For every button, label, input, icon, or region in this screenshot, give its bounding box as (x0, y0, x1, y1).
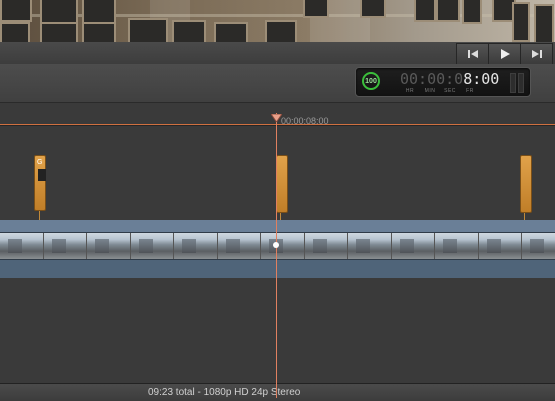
filmstrip-frame (217, 233, 261, 259)
go-to-beginning-button[interactable] (456, 43, 489, 65)
filmstrip-frame (391, 233, 435, 259)
timecode-dim: 00:00:0 (400, 70, 464, 88)
playhead[interactable] (276, 113, 277, 398)
marker-end[interactable] (520, 155, 532, 213)
filmstrip-frame (478, 233, 522, 259)
unit-hours: HR (405, 88, 415, 94)
viewer-preview (0, 0, 555, 42)
dashboard: 100 00:00:0 8:00 HR MIN SEC FR (355, 67, 531, 97)
skip-back-icon (467, 50, 478, 58)
play-icon (500, 49, 510, 59)
clip-header (0, 220, 555, 232)
clip-audio-area (0, 260, 555, 278)
filmstrip-frame (435, 233, 479, 259)
skip-forward-icon (531, 50, 542, 58)
filmstrip-frame (87, 233, 131, 259)
audio-level-value: 100 (365, 77, 377, 85)
filmstrip-frame (43, 233, 87, 259)
unit-seconds: SEC (444, 88, 456, 94)
playhead-skimmer-dot (273, 242, 279, 248)
marker-playhead[interactable] (276, 155, 288, 213)
filmstrip-frame (261, 233, 305, 259)
playhead-handle-icon[interactable] (271, 114, 282, 122)
marker-thumbnail (38, 169, 46, 181)
marker-todo[interactable]: G (34, 155, 46, 211)
filmstrip-frame (304, 233, 348, 259)
project-info-text: 09:23 total - 1080p HD 24p Stereo (148, 387, 301, 398)
filmstrip-frame (130, 233, 174, 259)
transport-toolbar (0, 42, 555, 65)
unit-minutes: MIN (424, 88, 436, 94)
playhead-timecode: 00:00:08:00 (281, 116, 329, 126)
audio-meter[interactable]: 100 (362, 72, 380, 90)
filmstrip-frame (174, 233, 218, 259)
ruler-line (0, 124, 555, 125)
unit-frames: FR (466, 88, 474, 94)
status-bar: 09:23 total - 1080p HD 24p Stereo (0, 383, 555, 401)
filmstrip-frame (0, 233, 44, 259)
filmstrip-frame (348, 233, 392, 259)
timecode-bright: 8:00 (463, 70, 500, 88)
transport-buttons (456, 43, 553, 65)
go-to-end-button[interactable] (520, 43, 553, 65)
timecode-display[interactable]: 00:00:0 8:00 (400, 70, 500, 88)
play-button[interactable] (488, 43, 521, 65)
dashboard-level-bars (510, 73, 524, 93)
timecode-units: HR MIN SEC FR (400, 88, 480, 94)
video-clip[interactable] (0, 220, 555, 278)
marker-label: G (37, 159, 43, 166)
filmstrip-frame (522, 233, 555, 259)
